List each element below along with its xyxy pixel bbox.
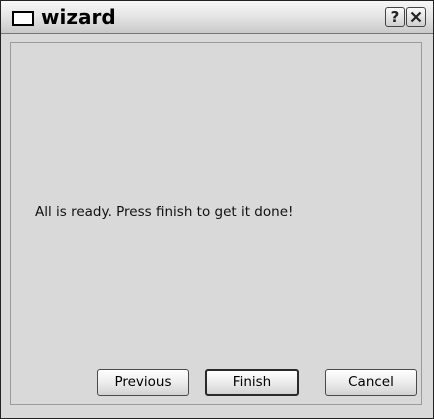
- window-icon[interactable]: [12, 11, 34, 26]
- window-title: wizard: [41, 5, 116, 29]
- previous-button[interactable]: Previous: [97, 369, 189, 396]
- wizard-window: wizard ? All is ready. Press finish to g…: [0, 0, 434, 419]
- help-button[interactable]: ?: [385, 7, 405, 27]
- wizard-page: [10, 42, 422, 405]
- title-bar[interactable]: wizard ?: [1, 1, 433, 34]
- finish-button[interactable]: Finish: [205, 369, 299, 396]
- ready-message: All is ready. Press finish to get it don…: [35, 204, 294, 220]
- close-icon: [410, 11, 422, 23]
- cancel-button[interactable]: Cancel: [325, 369, 417, 396]
- help-icon: ?: [390, 8, 400, 26]
- close-button[interactable]: [406, 7, 426, 27]
